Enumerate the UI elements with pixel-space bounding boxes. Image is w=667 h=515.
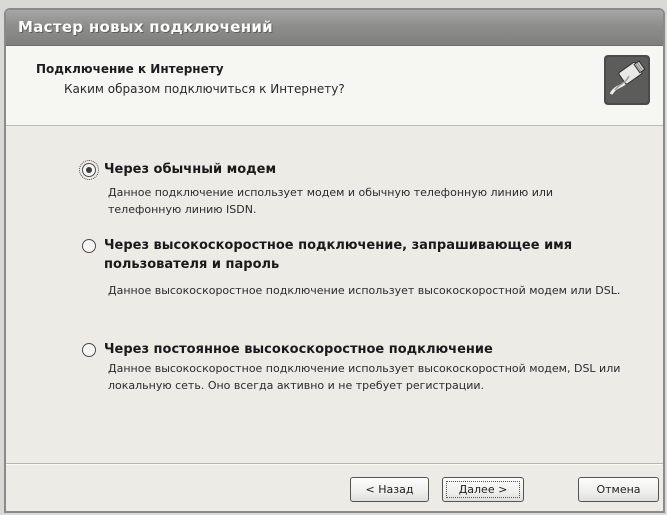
option-label[interactable]: Через высокоскоростное подключение, запр… xyxy=(104,236,604,274)
radio-broadband-always-on[interactable] xyxy=(82,343,96,357)
cancel-button[interactable]: Отмена xyxy=(578,477,659,502)
page-title: Подключение к Интернету xyxy=(36,62,224,76)
back-button[interactable]: < Назад xyxy=(350,477,429,502)
option-description: Данное высокоскоростное подключение испо… xyxy=(108,284,621,297)
radio-broadband-login[interactable] xyxy=(82,239,96,253)
options-group: Через обычный модем Данное подключение и… xyxy=(6,126,663,461)
title-bar[interactable]: Мастер новых подключений xyxy=(6,10,663,46)
focus-ring xyxy=(446,481,520,498)
option-label[interactable]: Через обычный модем xyxy=(104,160,604,179)
footer-divider xyxy=(6,463,663,465)
network-cable-icon xyxy=(604,55,650,105)
next-button[interactable]: Далее > xyxy=(442,477,524,502)
wizard-window: Мастер новых подключений Подключение к И… xyxy=(4,8,665,513)
wizard-header: Подключение к Интернету Каким образом по… xyxy=(6,46,663,126)
page-subtitle: Каким образом подключиться к Интернету? xyxy=(64,82,345,96)
radio-regular-modem[interactable] xyxy=(79,160,99,180)
option-description: Данное подключение использует модем и об… xyxy=(108,186,554,216)
option-label[interactable]: Через постоянное высокоскоростное подклю… xyxy=(104,340,604,359)
option-description: Данное высокоскоростное подключение испо… xyxy=(108,362,621,392)
window-title: Мастер новых подключений xyxy=(18,18,273,36)
